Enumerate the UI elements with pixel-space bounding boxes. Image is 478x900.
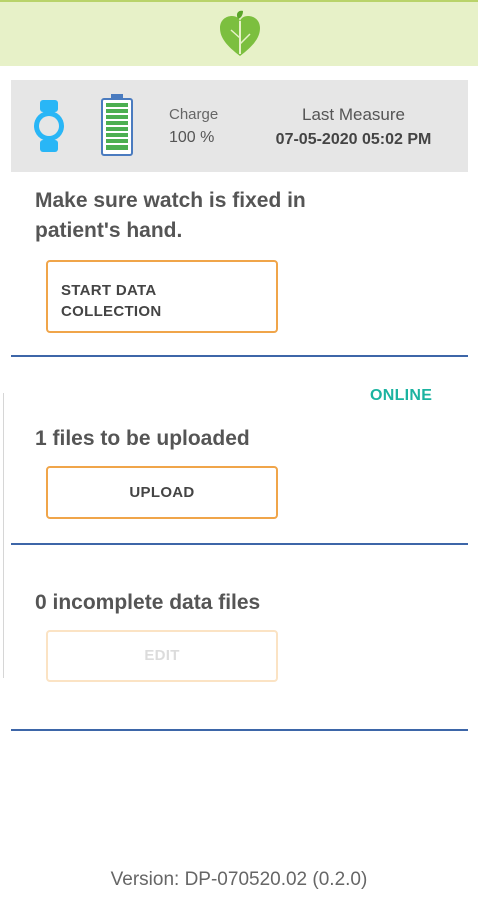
watch-instruction-text: Make sure watch is fixed in patient's ha… [35, 189, 306, 242]
last-measure-label: Last Measure [302, 105, 405, 124]
version-text: Version: DP-070520.02 (0.2.0) [110, 869, 368, 890]
start-button-line2: COLLECTION [61, 303, 162, 320]
leaf-heart-logo-icon [220, 10, 260, 56]
files-to-upload-text: 1 files to be uploaded [35, 427, 250, 450]
device-status-panel: Charge 100 % Last Measure 07-05-2020 05:… [11, 80, 468, 172]
watch-icon[interactable] [32, 100, 66, 152]
edit-button: EDIT [46, 630, 278, 682]
app-header [0, 0, 478, 66]
charge-value: 100 % [169, 129, 215, 146]
section-divider [11, 543, 468, 545]
start-button-line1: START DATA [61, 282, 157, 299]
incomplete-files-text: 0 incomplete data files [35, 591, 261, 614]
battery-full-icon [101, 94, 133, 156]
section-divider [11, 729, 468, 731]
connection-status-badge: ONLINE [370, 387, 433, 404]
side-drawer-edge[interactable] [0, 393, 4, 678]
section-divider [11, 355, 468, 357]
upload-button[interactable]: UPLOAD [46, 466, 278, 519]
last-measure-value: 07-05-2020 05:02 PM [275, 131, 432, 148]
start-data-collection-button[interactable]: START DATA COLLECTION [46, 260, 278, 333]
charge-label: Charge [169, 106, 219, 123]
